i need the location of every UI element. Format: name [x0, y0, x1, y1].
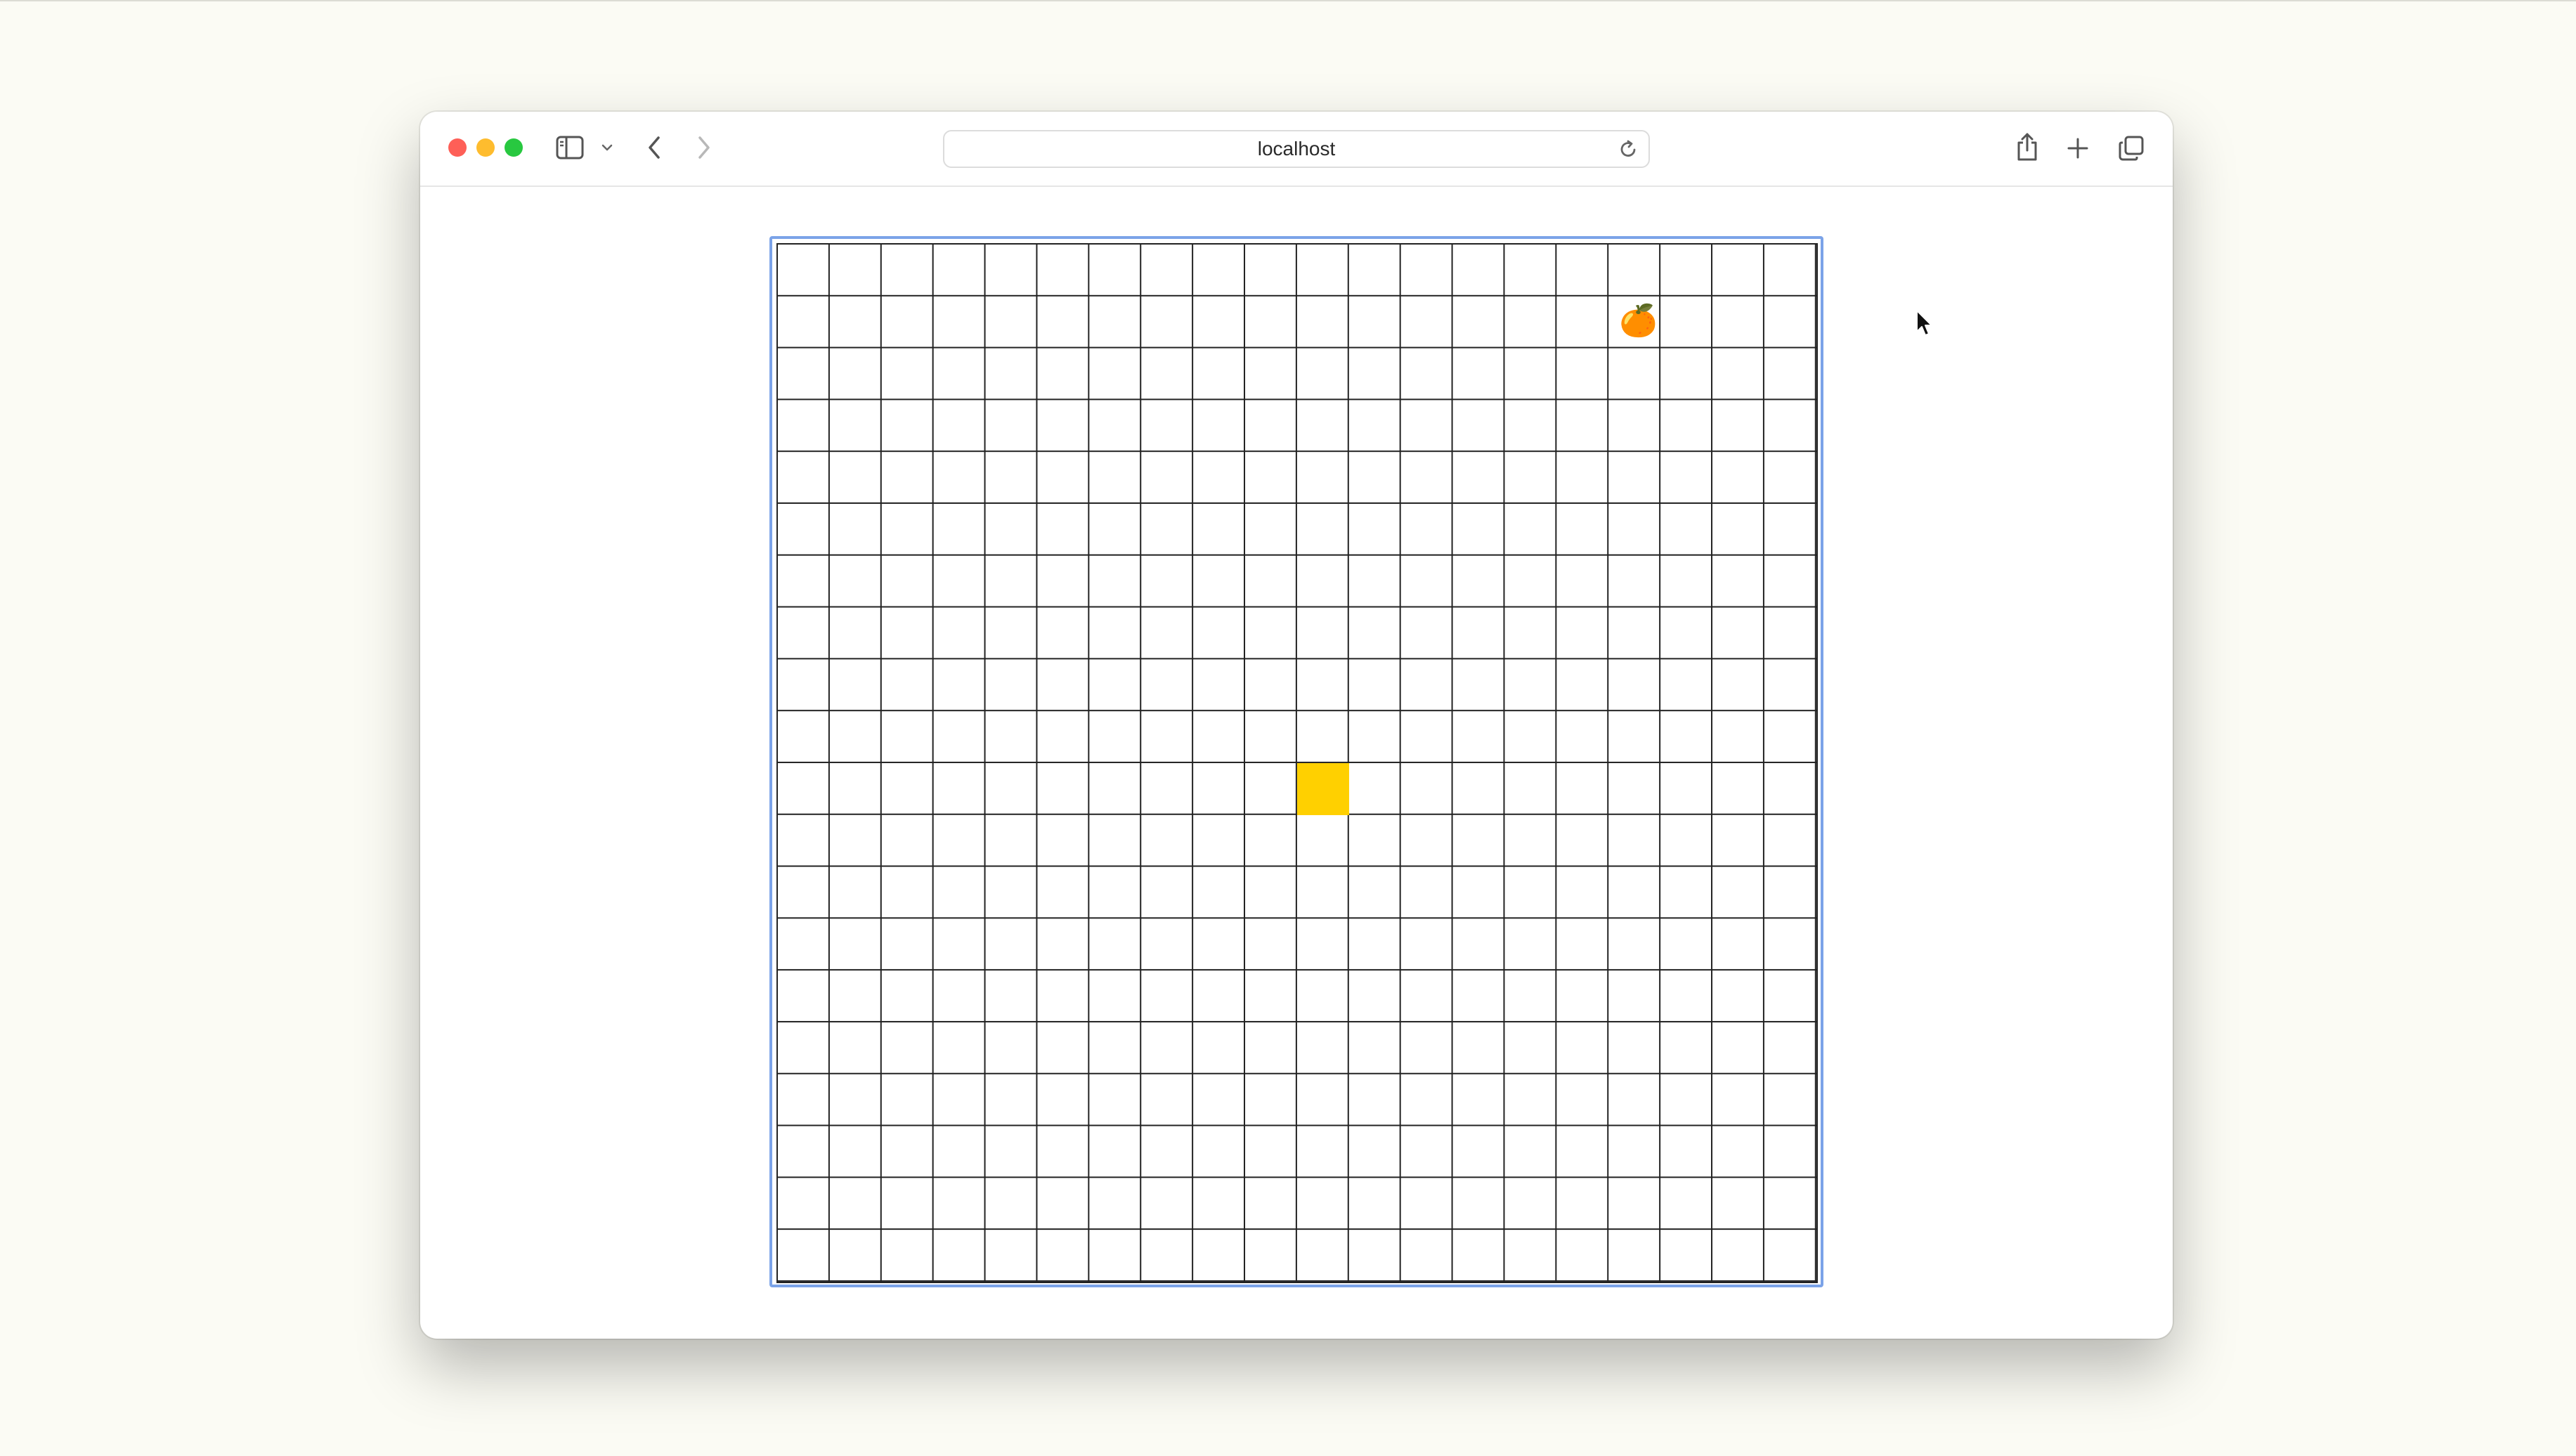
maximize-window-button[interactable]: [505, 138, 523, 157]
forward-chevron-icon[interactable]: [696, 136, 712, 160]
game-board-grid[interactable]: 🍊: [776, 243, 1818, 1283]
sidebar-menu-chevron-down-icon[interactable]: [601, 143, 613, 152]
snake-head: [1297, 763, 1349, 815]
reload-icon[interactable]: [1618, 139, 1639, 164]
browser-toolbar: localhost: [420, 112, 2173, 187]
apple-icon: 🍊: [1619, 303, 1658, 338]
mouse-cursor-icon: [1915, 309, 1934, 341]
address-text: localhost: [1257, 138, 1336, 160]
screen-top-edge: [0, 0, 2576, 1]
address-bar[interactable]: localhost: [943, 130, 1650, 168]
sidebar-toggle-icon[interactable]: [556, 136, 584, 160]
browser-window: localhost 🍊: [420, 112, 2173, 1339]
share-icon[interactable]: [2015, 131, 2039, 162]
tab-overview-icon[interactable]: [2118, 135, 2145, 162]
back-chevron-icon[interactable]: [646, 136, 662, 160]
new-tab-plus-icon[interactable]: [2067, 137, 2089, 160]
close-window-button[interactable]: [448, 138, 467, 157]
game-board-frame[interactable]: 🍊: [769, 236, 1823, 1287]
minimize-window-button[interactable]: [476, 138, 495, 157]
